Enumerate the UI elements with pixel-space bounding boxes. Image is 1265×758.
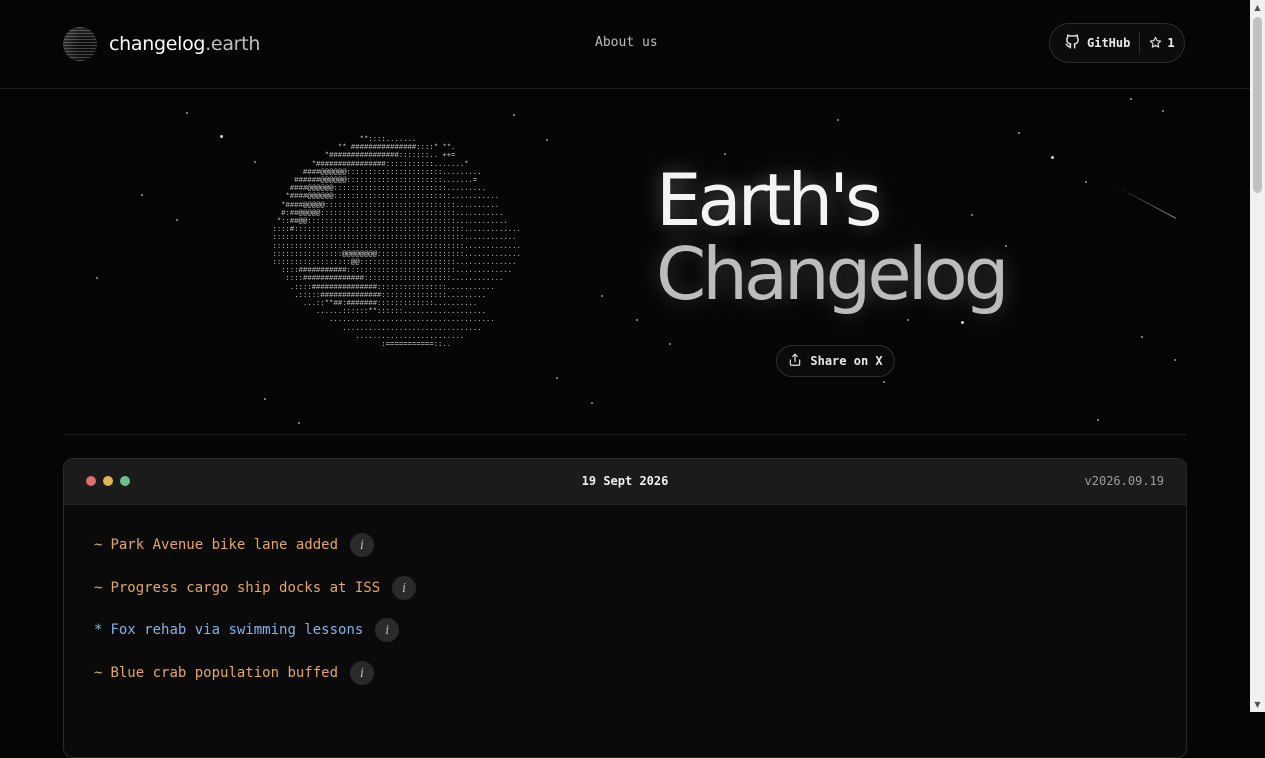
globe-logo-icon [63,27,97,61]
shooting-star [1117,187,1177,219]
top-header: changelog.earth About us GitHub 1 [0,0,1250,89]
brand-name: changelog.earth [109,33,260,55]
share-label: Share on X [810,354,883,368]
share-on-x-button[interactable]: Share on X [776,345,895,377]
info-icon[interactable]: i [350,661,375,686]
section-divider [63,434,1187,435]
scroll-down-icon[interactable]: ▼ [1250,697,1265,712]
scroll-thumb[interactable] [1253,17,1262,193]
brand-suffix: .earth [205,33,261,55]
entry-symbol: * [94,622,103,639]
star-icon [1149,34,1162,53]
entry-text: Park Avenue bike lane added [110,537,339,553]
info-icon[interactable]: i [350,533,375,557]
info-icon[interactable]: i [375,618,400,643]
list-item: ~ Blue crab population buffed i [94,661,1186,686]
changelog-date: 19 Sept 2026 [581,474,669,488]
entry-symbol: ~ [94,537,103,553]
hero-title: Earth's Changelog [656,158,1009,316]
brand-main: changelog [109,33,206,55]
changelog-entries: ~ Park Avenue bike lane added i ~ Progre… [64,505,1186,686]
github-label: GitHub [1087,36,1131,50]
ascii-earth-art: **::::....... ** ###############::::* **… [272,136,521,350]
info-icon[interactable]: i [392,575,417,600]
github-widget: GitHub 1 [1049,23,1185,63]
card-title-bar: 19 Sept 2026 v2026.09.19 [64,459,1186,505]
entry-text: Fox rehab via swimming lessons [110,622,364,639]
entry-symbol: ~ [94,665,103,682]
brand-link[interactable]: changelog.earth [63,27,260,61]
list-item: ~ Progress cargo ship docks at ISS i [94,575,1186,600]
entry-text: Progress cargo ship docks at ISS [110,579,381,596]
nav-about-link[interactable]: About us [595,35,658,50]
share-icon [788,352,802,371]
page-scrollbar[interactable]: ▲ ▼ [1250,0,1265,712]
github-icon [1064,33,1081,54]
entry-text: Blue crab population buffed [110,665,339,682]
scroll-up-icon[interactable]: ▲ [1250,0,1265,15]
star-count: 1 [1167,36,1175,50]
github-button[interactable]: GitHub [1050,32,1141,54]
hero-title-line1: Earth's [656,158,882,242]
star-count-button[interactable]: 1 [1140,34,1175,53]
entry-symbol: ~ [94,579,103,596]
changelog-card: 19 Sept 2026 v2026.09.19 ~ Park Avenue b… [63,458,1187,758]
list-item: ~ Park Avenue bike lane added i [94,533,1186,557]
hero-title-line2: Changelog [656,232,1009,316]
changelog-version: v2026.09.19 [1084,474,1164,488]
starfield [0,88,1250,438]
list-item: * Fox rehab via swimming lessons i [94,618,1186,643]
